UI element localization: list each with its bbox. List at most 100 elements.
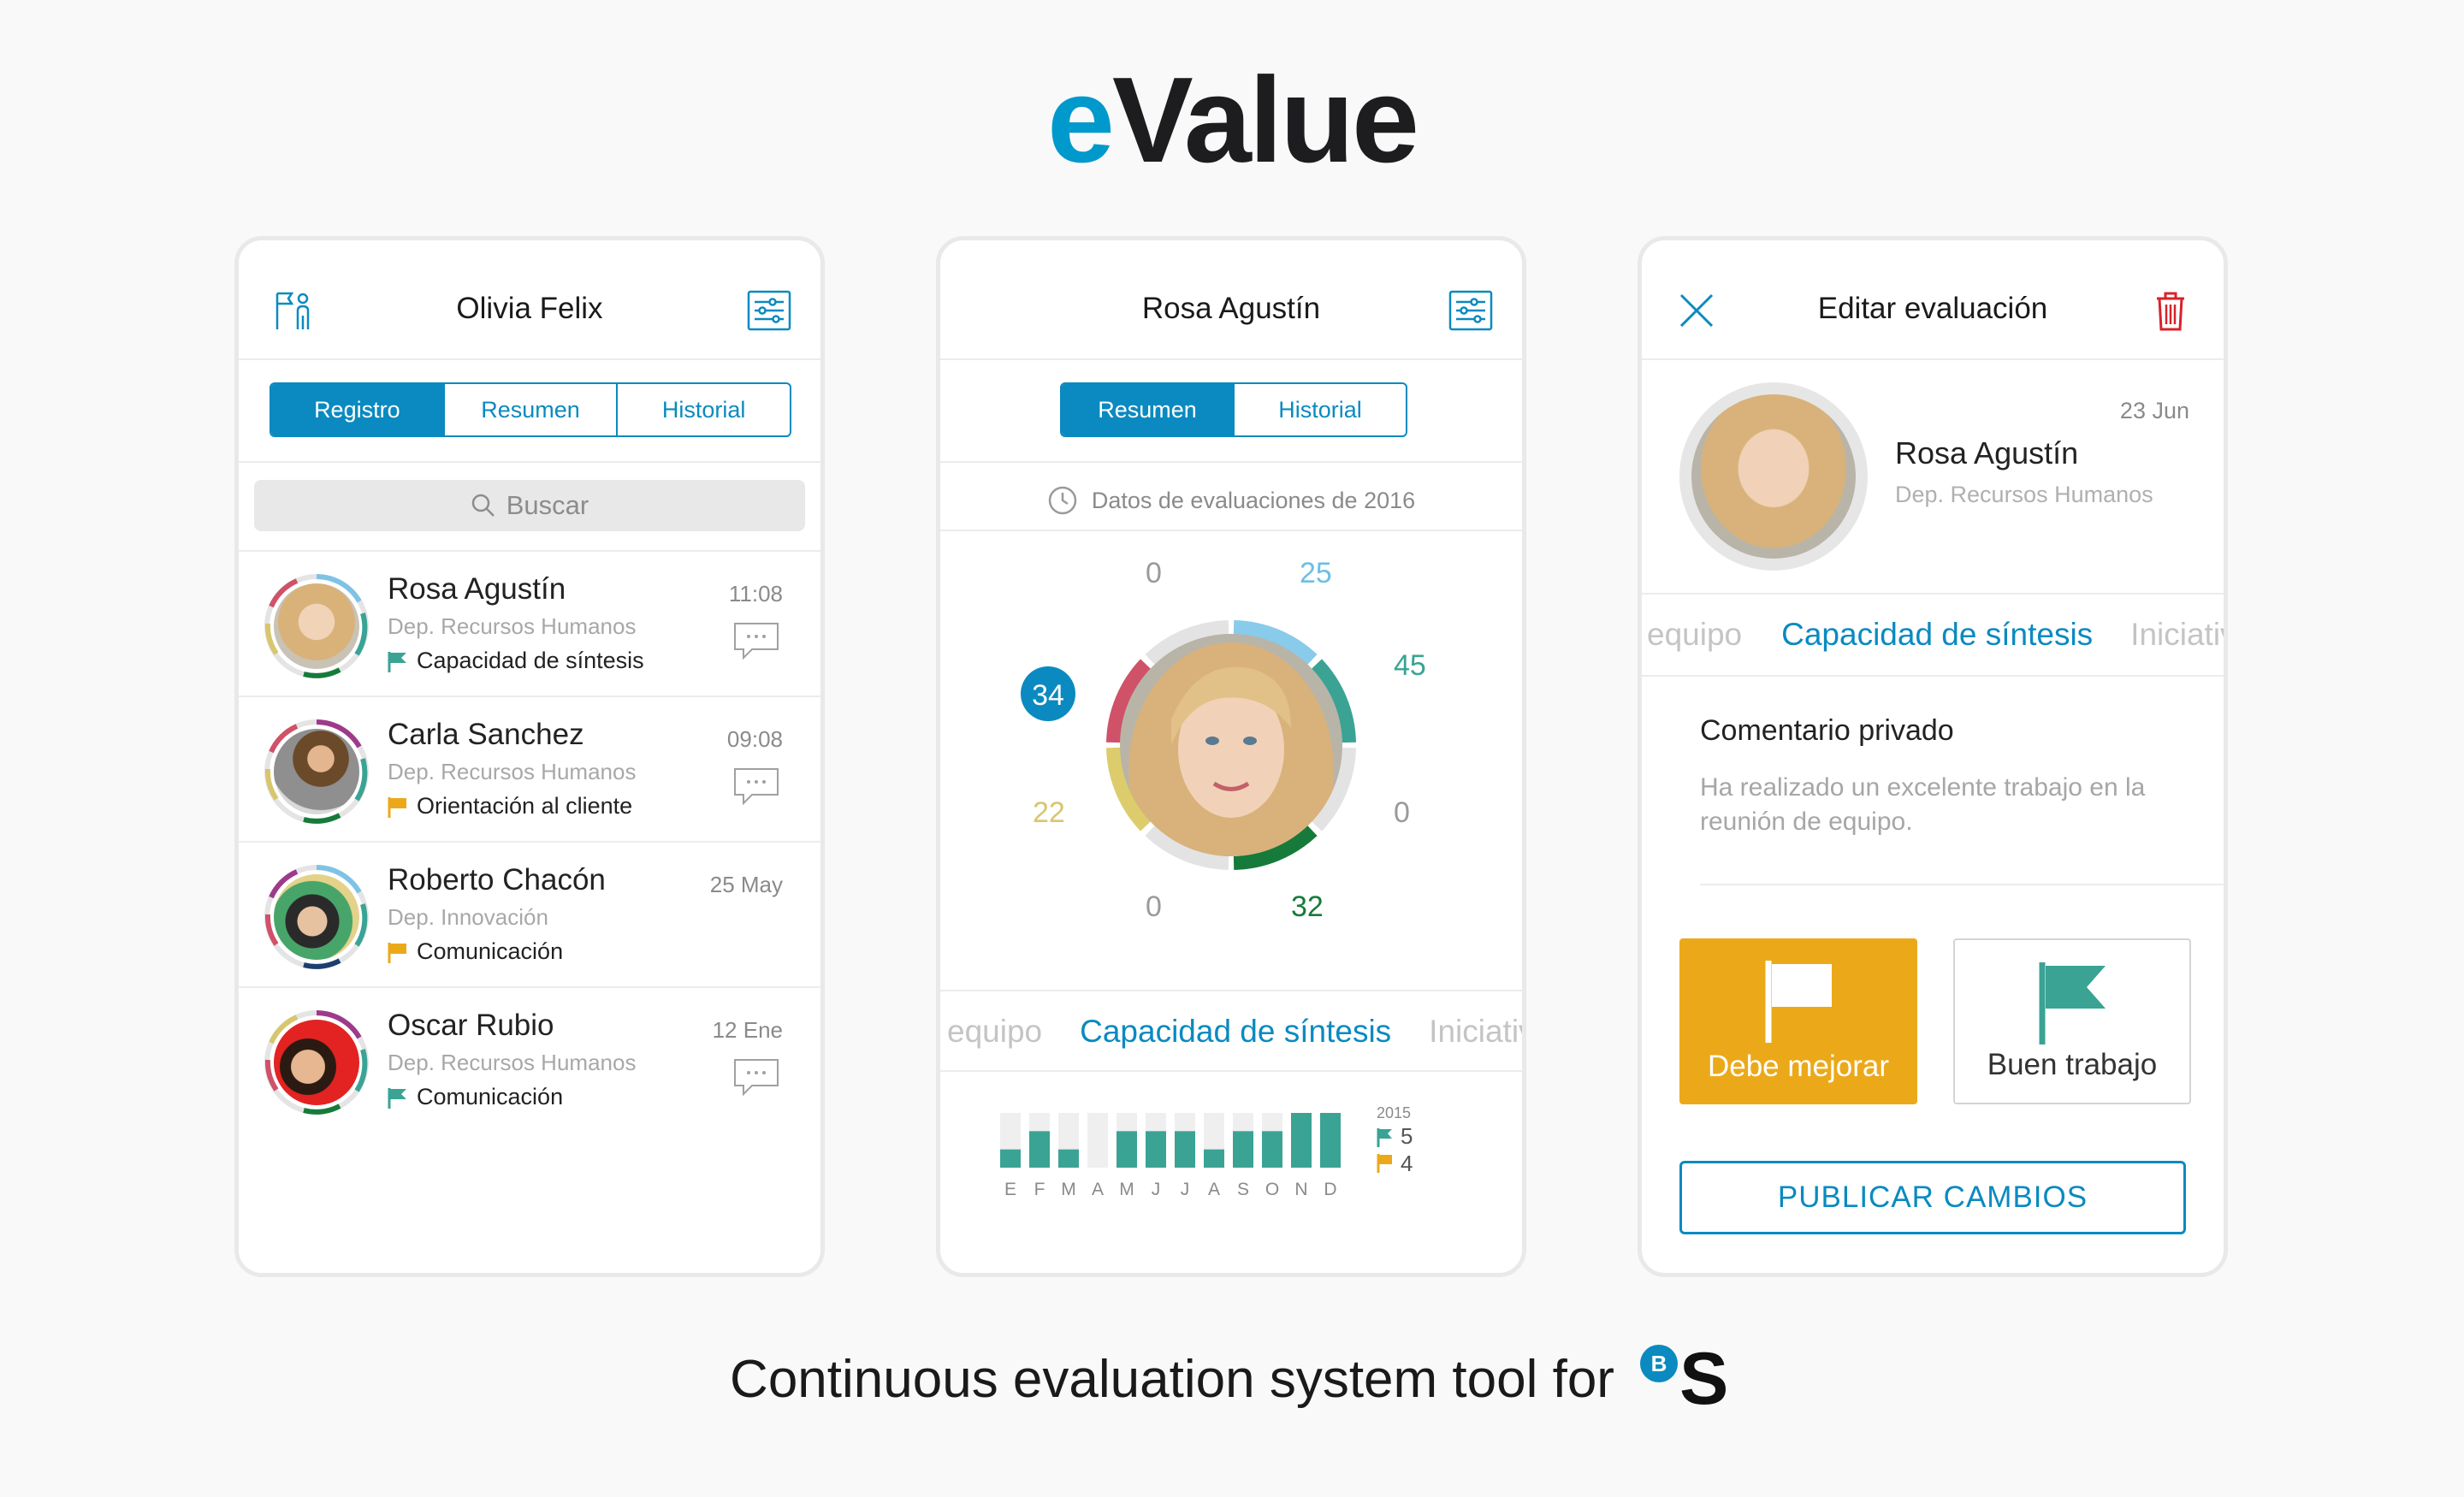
month-tick-label: M [1061,1180,1076,1199]
ring-value-left-top[interactable]: 34 [1031,679,1065,713]
avatar [263,572,370,680]
comment-title: Comentario privado [1700,714,1954,747]
person-dept: Dep. Recursos Humanos [388,1050,637,1075]
tab-historial[interactable]: Historial [1235,384,1406,435]
divider [940,461,1522,463]
chart-bar [1204,1149,1224,1168]
month-tick-label: A [1092,1180,1104,1199]
page-title: Rosa Agustín [1141,292,1321,325]
chat-bubble-icon[interactable] [733,767,779,805]
chat-bubble-icon[interactable] [733,1058,779,1096]
evaluation-tag: Comunicación [388,1084,563,1110]
search-placeholder: Buscar [506,490,589,520]
nav-bar: Rosa Agustín [940,240,1522,360]
ring-value-left-bottom: 22 [1033,796,1065,829]
evaluation-tag-label: Comunicación [417,938,564,964]
month-tick-label: N [1294,1180,1307,1199]
search-input[interactable]: Buscar [254,480,805,531]
divider [940,530,1522,531]
bank-logo: B S [1639,1342,1734,1416]
chart-bar [1000,1149,1021,1168]
month-tick-label: D [1324,1180,1336,1199]
person-dept: Dep. Recursos Humanos [388,613,637,639]
evaluation-tag: Orientación al cliente [388,793,632,820]
month-tick-label: A [1208,1180,1220,1199]
person-name: Rosa Agustín [388,572,566,606]
comment-textarea[interactable]: Ha realizado un excelente trabajo en la … [1700,771,2196,839]
phone-screen-list: Olivia Felix Registro Resumen Historial … [234,236,825,1277]
list-item[interactable]: Oscar Rubio Dep. Recursos Humanos Comuni… [239,988,820,1133]
ring-value-top-right: 25 [1300,557,1332,589]
list-item[interactable]: Rosa Agustín Dep. Recursos Humanos Capac… [239,552,820,697]
evaluation-tag: Comunicación [388,938,563,965]
ring-svg [1021,620,1356,870]
person-name: Rosa Agustín [1895,435,2079,470]
category-carousel: equipo Capacidad de síntesis Iniciativ [1642,596,2224,673]
publish-changes-button[interactable]: PUBLICAR CAMBIOS [1679,1161,2186,1234]
app-logo: eValue [0,60,2464,181]
brand-small: B [1639,1345,1678,1382]
tab-registro[interactable]: Registro [271,384,445,435]
evaluation-ring-chart: 0 25 45 0 32 0 22 34 [940,557,1522,967]
filter-settings-icon[interactable] [1448,288,1493,333]
list-item[interactable]: Carla Sanchez Dep. Recursos Humanos Orie… [239,697,820,843]
ring-value-bottom-right: 32 [1291,891,1324,923]
category-prev[interactable]: equipo [1647,617,1742,653]
list-item[interactable]: Roberto Chacón Dep. Innovación Comunicac… [239,843,820,988]
timestamp: 09:08 [726,726,783,752]
timestamp: 12 Ene [712,1017,783,1043]
category-active[interactable]: Capacidad de síntesis [1781,617,2093,653]
timestamp: 25 May [709,872,783,897]
divider [940,1070,1522,1072]
chart-bar [1146,1131,1166,1168]
avatar-photo [274,1020,359,1105]
info-row: Datos de evaluaciones de 2016 [940,466,1522,535]
needs-improvement-label: Debe mejorar [1707,1050,1890,1083]
evaluation-tag-label: Orientación al cliente [417,793,633,819]
segmented-tabs: Resumen Historial [1060,382,1407,437]
ring-value-right-top: 45 [1394,649,1426,682]
legend-green-flag-icon [1379,1129,1392,1139]
monthly-bar-chart: 2015 5 4 EFMAMJJASOND [1000,1104,1413,1199]
ring-value-top-left: 0 [1146,557,1162,589]
info-text: Datos de evaluaciones de 2016 [1091,487,1416,513]
person-name: Carla Sanchez [388,718,584,751]
chart-bar [1029,1131,1050,1168]
nav-bar: Olivia Felix [239,240,820,360]
chart-bar [1116,1131,1137,1168]
person-dept: Dep. Innovación [388,904,548,930]
needs-improvement-button[interactable]: Debe mejorar [1679,938,1917,1104]
tab-resumen[interactable]: Resumen [445,384,619,435]
month-tick-label: S [1237,1180,1249,1199]
trash-icon[interactable] [2148,288,2193,333]
tab-resumen[interactable]: Resumen [1062,384,1235,435]
evaluation-tag: Capacidad de síntesis [388,648,644,674]
avatar-photo [274,729,359,814]
chat-bubble-icon[interactable] [733,622,779,660]
page-title: Editar evaluación [1817,292,2048,325]
legend-yellow-flag-icon [1379,1155,1392,1164]
month-tick-label: O [1265,1180,1279,1199]
page-title: Olivia Felix [456,292,603,325]
category-next[interactable]: Iniciativ [1429,1014,1522,1050]
chart-bar [1175,1131,1195,1168]
chart-bar [1291,1113,1312,1168]
divider [239,461,820,463]
tab-historial[interactable]: Historial [618,384,790,435]
ring-value-bottom-left: 0 [1146,891,1162,923]
avatar [263,1009,370,1116]
divider [1700,884,2224,885]
divider [1642,593,2224,595]
chart-bar [1262,1131,1282,1168]
category-prev[interactable]: equipo [947,1014,1042,1050]
category-next[interactable]: Iniciativ [2130,617,2224,653]
good-work-button[interactable]: Buen trabajo [1953,938,2191,1104]
legend-value-improve: 4 [1401,1151,1413,1176]
logo-prefix: e [1046,52,1115,188]
chart-bar [1233,1131,1253,1168]
search-icon [471,494,495,517]
phone-screen-edit: Editar evaluación 23 Jun Rosa Agustín De… [1638,236,2228,1277]
filter-settings-icon[interactable] [747,288,791,333]
category-active[interactable]: Capacidad de síntesis [1080,1014,1391,1050]
month-tick-label: M [1119,1180,1134,1199]
